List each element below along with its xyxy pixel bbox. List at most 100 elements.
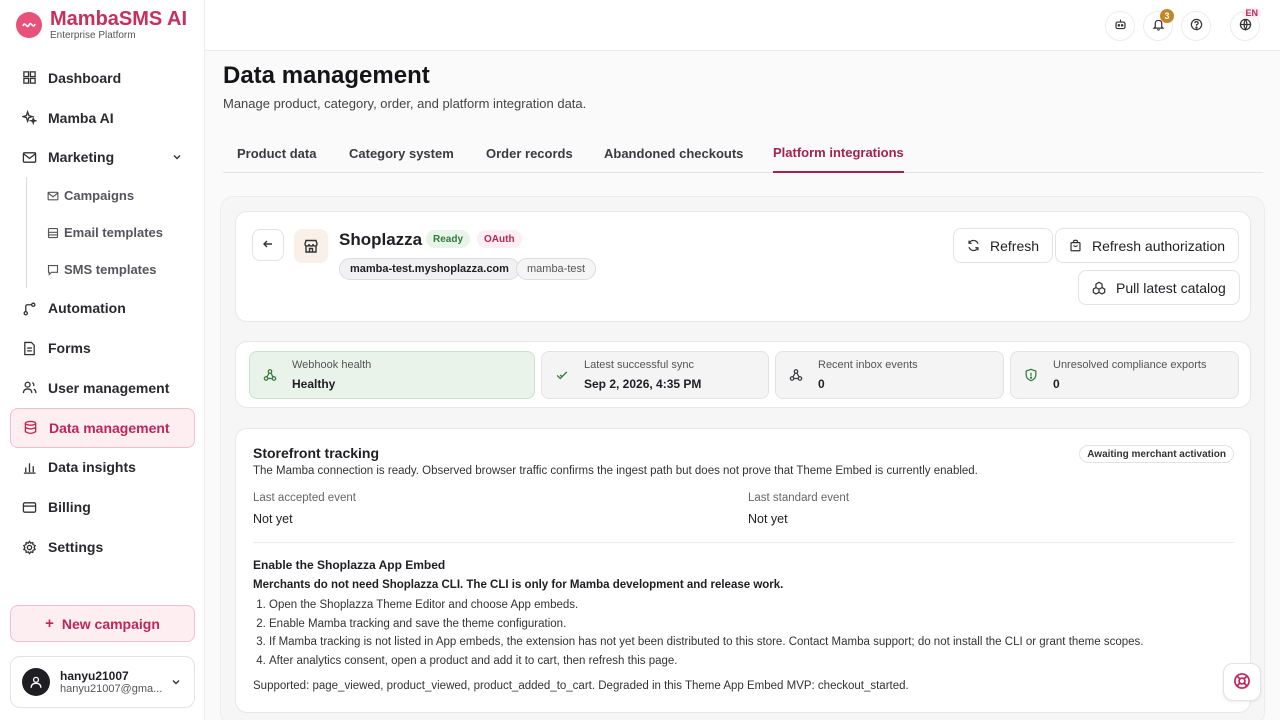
nav-label: Settings — [48, 539, 104, 556]
nav-item-sms-templates[interactable]: SMS templates — [47, 251, 195, 288]
auth-badge: OAuth — [477, 230, 522, 248]
storefront-tracking-card: Storefront tracking Awaiting merchant ac… — [235, 428, 1251, 713]
nav-item-dashboard[interactable]: Dashboard — [10, 58, 195, 98]
nav-item-email-templates[interactable]: Email templates — [47, 214, 195, 251]
nav-item-user-management[interactable]: User management — [10, 368, 195, 408]
chevron-down-icon[interactable] — [170, 676, 182, 691]
nav-label: SMS templates — [64, 262, 157, 278]
stats-card: Webhook health Healthy Latest successful… — [235, 341, 1251, 408]
marketing-subnav: Campaigns Email templates SMS templates — [26, 177, 195, 289]
refresh-icon — [967, 239, 980, 252]
user-menu[interactable]: hanyu21007 hanyu21007@gma... — [10, 656, 195, 708]
stat-label: Recent inbox events — [818, 359, 918, 371]
stat-value: 0 — [1053, 377, 1060, 391]
nav-label: Email templates — [64, 225, 163, 241]
stat-label: Webhook health — [292, 359, 372, 371]
new-campaign-label: New campaign — [61, 615, 160, 632]
nav-item-automation[interactable]: Automation — [10, 288, 195, 328]
plus-icon: + — [45, 615, 54, 632]
sparkle-icon — [21, 110, 37, 126]
language-button[interactable]: EN — [1230, 8, 1261, 41]
integration-panel: Shoplazza Ready OAuth mamba-test.myshopl… — [220, 196, 1265, 720]
store-id-chip: mamba-test — [516, 258, 597, 280]
language-code: EN — [1242, 8, 1261, 18]
store-icon — [294, 229, 328, 263]
embed-note: Merchants do not need Shoplazza CLI. The… — [253, 579, 784, 591]
main-nav: Dashboard Mamba AI Marketing Campaigns E… — [10, 58, 195, 567]
section-title: Storefront tracking — [253, 445, 380, 461]
integration-name: Shoplazza — [339, 230, 423, 249]
tab-product-data[interactable]: Product data — [237, 133, 316, 173]
nav-item-data-management[interactable]: Data management — [10, 407, 195, 448]
integration-header-card: Shoplazza Ready OAuth mamba-test.myshopl… — [235, 211, 1251, 322]
tab-category-system[interactable]: Category system — [349, 133, 454, 173]
nav-item-data-insights[interactable]: Data insights — [10, 448, 195, 488]
tab-platform-integrations[interactable]: Platform integrations — [773, 133, 904, 173]
brand[interactable]: MambaSMS AI Enterprise Platform — [16, 8, 187, 42]
nav-item-settings[interactable]: Settings — [10, 527, 195, 567]
sidebar: MambaSMS AI Enterprise Platform Dashboar… — [0, 0, 205, 720]
nav-item-forms[interactable]: Forms — [10, 328, 195, 368]
refresh-authorization-button[interactable]: Refresh authorization — [1055, 228, 1240, 263]
arrow-left-icon — [262, 238, 274, 253]
nav-label: Automation — [48, 300, 126, 317]
tab-bar: Product data Category system Order recor… — [223, 133, 1263, 173]
help-button[interactable] — [1181, 11, 1211, 41]
refresh-button[interactable]: Refresh — [953, 228, 1054, 263]
stat-inbox-events: Recent inbox events 0 — [775, 351, 1004, 399]
list-item: If Mamba tracking is not listed in App e… — [269, 636, 1143, 655]
stat-value: Sep 2, 2026, 4:35 PM — [584, 377, 702, 391]
branch-icon — [21, 300, 37, 316]
stat-label: Unresolved compliance exports — [1053, 359, 1207, 371]
shield-icon — [1024, 368, 1038, 385]
list-item: Open the Shoplazza Theme Editor and choo… — [269, 599, 1143, 618]
bag-icon — [1069, 239, 1082, 252]
check-icon — [555, 368, 569, 385]
nav-label: Campaigns — [64, 188, 135, 204]
support-button[interactable] — [1223, 663, 1261, 701]
user-name: hanyu21007 — [60, 669, 129, 683]
list-item: After analytics consent, open a product … — [269, 655, 1143, 674]
top-bar: 3 EN — [205, 0, 1280, 51]
pull-catalog-button[interactable]: Pull latest catalog — [1078, 270, 1240, 305]
page-title: Data management — [223, 62, 430, 89]
refresh-label: Refresh — [990, 237, 1040, 254]
stat-value: 0 — [818, 377, 825, 391]
stat-compliance-exports: Unresolved compliance exports 0 — [1010, 351, 1239, 399]
back-button[interactable] — [252, 229, 284, 261]
refresh-authorization-label: Refresh authorization — [1092, 237, 1226, 254]
chevron-down-icon[interactable] — [171, 150, 183, 166]
page-subtitle: Manage product, category, order, and pla… — [223, 96, 587, 111]
embed-title: Enable the Shoplazza App Embed — [253, 558, 446, 572]
nav-label: Data management — [49, 419, 170, 436]
tab-abandoned-checkouts[interactable]: Abandoned checkouts — [604, 133, 743, 173]
tab-order-records[interactable]: Order records — [486, 133, 573, 173]
nav-item-billing[interactable]: Billing — [10, 487, 195, 527]
new-campaign-button[interactable]: + New campaign — [10, 605, 195, 642]
lifebuoy-icon — [1233, 672, 1251, 693]
brand-subtitle: Enterprise Platform — [50, 30, 136, 41]
nav-label: Dashboard — [48, 69, 122, 86]
nav-item-mamba-ai[interactable]: Mamba AI — [10, 98, 195, 138]
notifications-button[interactable]: 3 — [1143, 9, 1174, 41]
bot-button[interactable] — [1105, 11, 1135, 41]
database-icon — [22, 420, 38, 436]
stat-latest-sync: Latest successful sync Sep 2, 2026, 4:35… — [541, 351, 769, 399]
mail-icon — [47, 189, 60, 202]
supported-events: Supported: page_viewed, product_viewed, … — [253, 680, 909, 692]
list-item: Enable Mamba tracking and save the theme… — [269, 618, 1143, 637]
status-badge: Ready — [426, 230, 471, 248]
last-accepted-value: Not yet — [253, 512, 293, 526]
stat-webhook-health: Webhook health Healthy — [249, 351, 535, 399]
grid-icon — [21, 70, 37, 86]
status-badge: Awaiting merchant activation — [1079, 445, 1234, 463]
nav-item-marketing[interactable]: Marketing — [10, 138, 195, 178]
gear-icon — [21, 539, 37, 555]
nav-label: Mamba AI — [48, 109, 114, 126]
webhook-icon — [263, 368, 277, 385]
nav-item-campaigns[interactable]: Campaigns — [47, 177, 195, 214]
nav-label: Marketing — [48, 149, 115, 166]
help-icon — [1190, 18, 1203, 34]
boxes-icon — [1092, 281, 1106, 295]
mail-icon — [21, 149, 37, 165]
